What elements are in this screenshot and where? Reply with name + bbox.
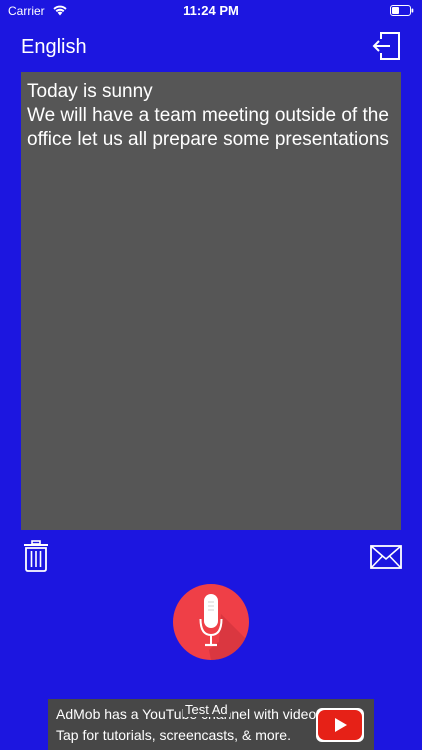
transcript-panel[interactable]: Today is sunny We will have a team meeti… [21, 72, 401, 530]
trash-icon [24, 540, 48, 572]
transcript-text[interactable]: Today is sunny We will have a team meeti… [27, 80, 395, 152]
youtube-button[interactable] [316, 708, 364, 742]
youtube-icon [318, 710, 362, 740]
ad-description: Tap for tutorials, screencasts, & more. [56, 727, 291, 743]
status-bar: Carrier 11:24 PM [0, 0, 422, 24]
status-time: 11:24 PM [183, 3, 239, 18]
mail-button[interactable] [370, 545, 402, 569]
exit-icon [372, 32, 400, 60]
record-button[interactable] [173, 584, 249, 660]
battery-icon [390, 5, 414, 16]
mail-icon [370, 545, 402, 569]
microphone-icon [199, 594, 223, 647]
clear-button[interactable] [23, 540, 49, 572]
language-label[interactable]: English [21, 36, 87, 59]
test-ad-badge: Test Ad [183, 702, 230, 717]
exit-button[interactable] [370, 30, 402, 62]
ad-banner[interactable]: AdMob has a YouTube channel with videos!… [48, 699, 374, 750]
